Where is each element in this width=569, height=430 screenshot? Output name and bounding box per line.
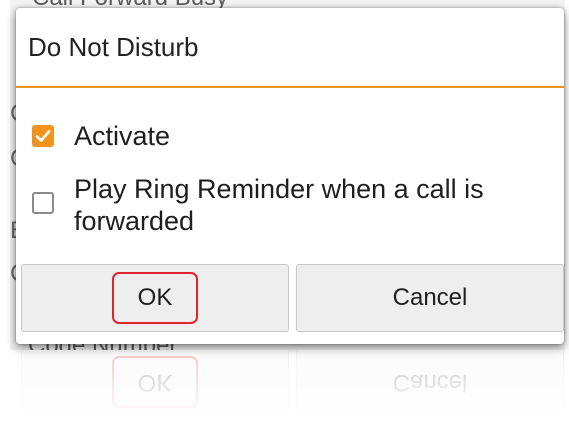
ring-reminder-checkbox[interactable] (32, 192, 54, 214)
screenshot-stage: Call Forward Busy C C E C Code Number Do… (0, 0, 569, 430)
checkmark-icon (35, 130, 51, 142)
activate-option[interactable]: Activate (32, 120, 170, 152)
reflected-buttons: OK Cancel (16, 350, 564, 420)
activate-label: Activate (74, 121, 171, 151)
reflected-ok-label: OK (137, 369, 173, 396)
reflected-cancel-label: Cancel (392, 369, 468, 396)
dialog-title: Do Not Disturb (28, 32, 199, 62)
ok-button-label: OK (137, 284, 173, 311)
reflected-cancel-button: Cancel (296, 350, 564, 416)
ring-reminder-option[interactable]: Play Ring Reminder when a call is forwar… (32, 173, 552, 237)
reflected-ok-button: OK (21, 350, 289, 416)
dialog-reflection: OK Cancel (16, 350, 564, 420)
ring-reminder-label: Play Ring Reminder when a call is forwar… (74, 174, 484, 236)
dialog-title-divider (16, 86, 564, 88)
activate-checkbox[interactable] (32, 125, 54, 147)
do-not-disturb-dialog: Do Not Disturb Activate Play Ring Remind… (16, 8, 564, 344)
cancel-button-label: Cancel (392, 284, 468, 311)
cancel-button[interactable]: Cancel (296, 264, 564, 332)
ok-button[interactable]: OK (21, 264, 289, 332)
